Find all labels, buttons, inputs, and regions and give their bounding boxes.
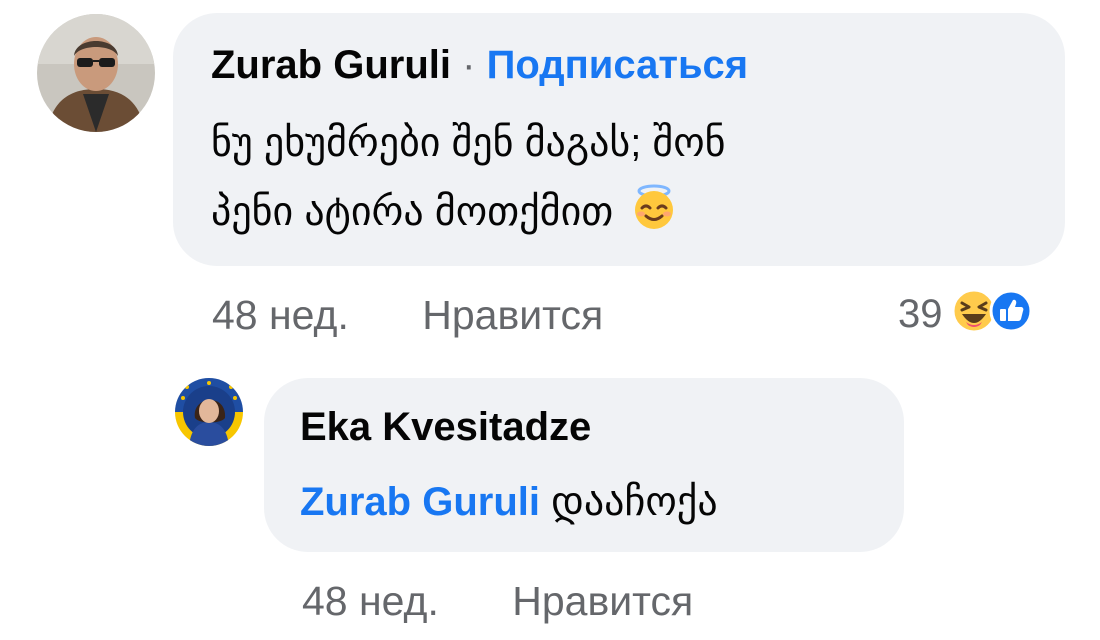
smiling-face-with-halo-icon [630,183,678,246]
comment-text-line-2: პენი ატირა მოთქმით [211,190,614,234]
reply-like-button[interactable]: Нравится [512,578,693,624]
comment-text-line-1: ნუ ეხუმრები შენ მაგას; შონ [211,121,726,165]
like-icon [989,289,1033,338]
comment-time[interactable]: 48 нед. [212,292,349,338]
reply-text-line: Zurab Guruli დააჩოქა [300,474,718,530]
like-button[interactable]: Нравится [422,292,603,338]
reply-time[interactable]: 48 нед. [302,578,439,624]
reply-text: დააჩოქა [551,480,718,524]
comment-text-line-2-wrapper: პენი ატირა მოთქმით [211,183,678,246]
reply-mention-link[interactable]: Zurab Guruli [300,480,540,524]
avatar-eka-kvesitadze[interactable] [175,378,243,446]
reaction-count: 39 [898,291,943,336]
comment-author-name[interactable]: Zurab Guruli [211,43,451,87]
separator-dot: · [462,43,476,87]
comment-author-line: Zurab Guruli · Подписаться [211,42,748,88]
comment-meta: 48 нед. Нравится [212,292,603,338]
avatar-zurab-guruli[interactable] [37,14,155,132]
follow-button[interactable]: Подписаться [487,43,749,87]
reply-author-name[interactable]: Eka Kvesitadze [300,404,591,450]
reply-meta: 48 нед. Нравится [302,578,693,624]
reaction-summary[interactable]: 39 [898,288,1033,339]
